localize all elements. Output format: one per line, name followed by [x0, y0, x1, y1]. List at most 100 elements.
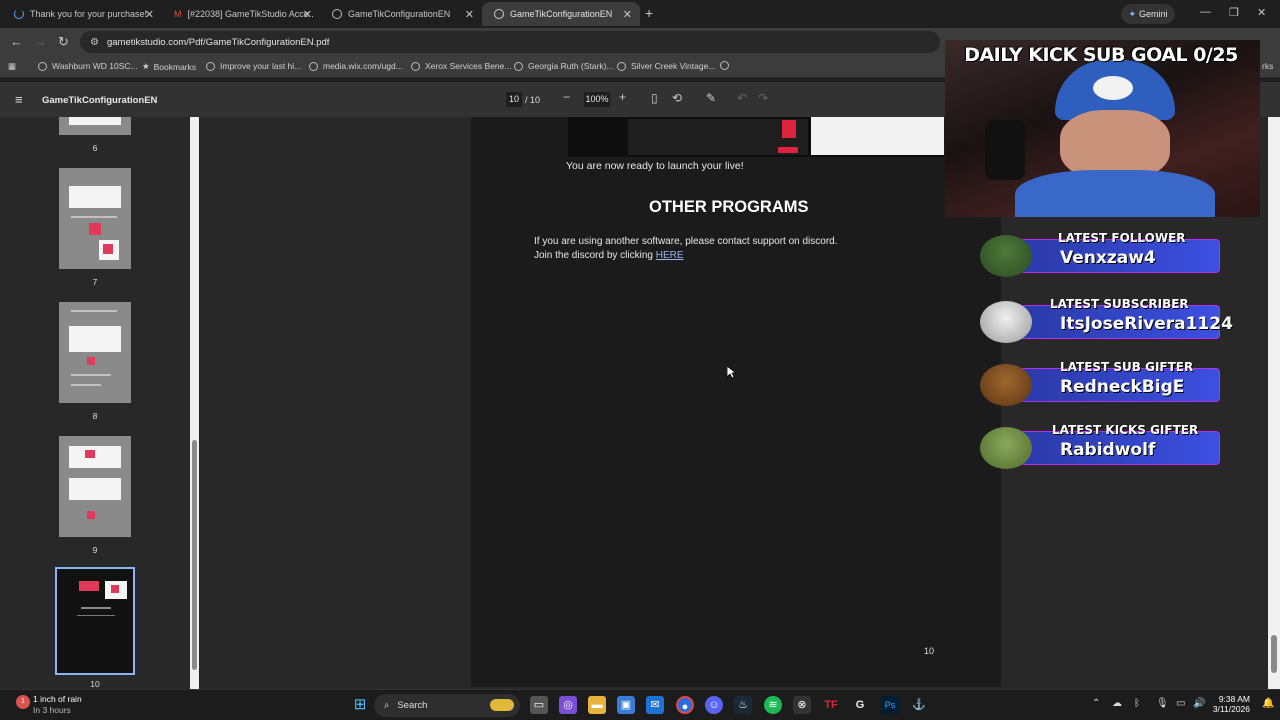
yoda-avatar [980, 427, 1032, 469]
boba-fett-avatar [980, 235, 1032, 277]
close-icon[interactable]: ✕ [303, 8, 312, 21]
tab-gmail[interactable]: M [#22038] GameTikStudio Acce... ✕ [162, 2, 320, 26]
weather-badge: 1 [21, 698, 25, 705]
fit-page-icon[interactable]: ▯ [651, 91, 658, 105]
gmail-icon: M [174, 9, 182, 19]
text-line [71, 374, 111, 376]
volume-icon[interactable]: 🔊 [1193, 698, 1205, 709]
bookmark-item[interactable]: Washburn WD 10SC... [38, 61, 138, 71]
tab-title: [#22038] GameTikStudio Acce... [187, 9, 313, 19]
bookmark-item[interactable]: Xerox Services Bene... [411, 61, 511, 71]
bookmark-item[interactable]: Improve your last hi... [206, 61, 301, 71]
onedrive-icon[interactable]: ☁ [1112, 698, 1122, 709]
outlook-icon[interactable]: ✉ [646, 696, 664, 714]
bookmark-item[interactable]: media.wix.com/ugd... [309, 61, 403, 71]
microphone-icon[interactable]: 🎙 [1156, 698, 1169, 709]
alert-value: ItsJoseRivera1124 [1060, 314, 1233, 334]
spotify-icon[interactable]: ≋ [764, 696, 782, 714]
text-line [71, 216, 117, 218]
globe-icon [617, 61, 626, 71]
zoom-out-icon[interactable]: − [563, 90, 570, 104]
new-tab-button[interactable]: + [645, 5, 653, 21]
weather-widget[interactable]: 1 1 inch of rain In 3 hours [14, 694, 82, 716]
redo-icon[interactable]: ↷ [758, 91, 768, 105]
tiktok-studio-icon[interactable]: TF [822, 696, 840, 714]
thumbnail-page-9[interactable] [59, 436, 131, 537]
thumbnail-page-10-selected[interactable] [55, 567, 135, 675]
back-icon[interactable]: ← [10, 34, 23, 49]
close-icon[interactable]: ✕ [623, 8, 632, 21]
thumbnail-page-8[interactable] [59, 302, 131, 403]
alert-value: Rabidwolf [1060, 440, 1156, 460]
main-scroll-thumb[interactable] [1271, 635, 1277, 673]
reload-icon[interactable]: ↻ [58, 34, 69, 50]
globe-icon [38, 61, 47, 71]
page-preview [69, 446, 121, 468]
globe-icon [720, 61, 729, 70]
network-icon[interactable]: ▭ [1176, 698, 1185, 709]
red-marker [89, 223, 101, 235]
page-number-input[interactable]: 10 [506, 92, 522, 107]
thumbnail-page-7[interactable] [59, 168, 131, 269]
apps-icon[interactable]: ▦ [8, 61, 16, 72]
system-clock[interactable]: 9:38 AM 3/11/2026 [1210, 694, 1250, 714]
clock-date: 3/11/2026 [1212, 704, 1250, 714]
ready-text: You are now ready to launch your live! [566, 160, 744, 172]
chrome-icon[interactable]: ● [676, 696, 694, 714]
notification-bell-icon[interactable]: 🔔 [1262, 698, 1274, 709]
all-bookmarks[interactable]: rks [1262, 61, 1273, 71]
bookmark-item[interactable] [720, 61, 734, 70]
bookmark-item[interactable]: Silver Creek Vintage... [617, 61, 715, 71]
grammarly-icon[interactable]: G [851, 696, 869, 714]
gemini-button[interactable]: ✦ Gemini [1121, 4, 1175, 24]
minimize-icon[interactable]: — [1200, 6, 1211, 18]
thumbnail-page-6[interactable] [59, 117, 131, 135]
annotate-icon[interactable]: ✎ [706, 91, 716, 105]
photoshop-icon[interactable]: Ps [881, 696, 899, 714]
taskbar-search[interactable]: ⌕ Search [374, 694, 520, 717]
zoom-input[interactable]: 100% [584, 92, 610, 107]
discord-link[interactable]: HERE [656, 250, 684, 261]
close-window-icon[interactable]: ✕ [1257, 6, 1266, 19]
chevron-up-icon[interactable]: ⌃ [1092, 698, 1100, 709]
tab-title: GameTikConfigurationEN [348, 9, 451, 19]
maximize-icon[interactable]: ❐ [1229, 6, 1239, 19]
tab-thank-you[interactable]: Thank you for your purchase! ✕ [2, 2, 162, 26]
zoom-in-icon[interactable]: + [619, 90, 626, 104]
app-icon[interactable]: ⚓ [910, 696, 928, 714]
close-icon[interactable]: ✕ [465, 8, 474, 21]
close-icon[interactable]: ✕ [145, 8, 154, 21]
tab-strip: Thank you for your purchase! ✕ M [#22038… [0, 0, 1280, 28]
windows-start-icon[interactable]: ⊞ [351, 696, 369, 714]
bluetooth-icon[interactable]: ᛒ [1134, 698, 1140, 709]
sidebar-scroll-thumb[interactable] [192, 440, 197, 670]
windows-taskbar: 1 1 inch of rain In 3 hours ⊞ ⌕ Search ▭… [0, 689, 1280, 720]
bookmark-item[interactable]: ★ Bookmarks [142, 61, 196, 72]
bookmark-label: media.wix.com/ugd... [323, 61, 403, 71]
red-arrow-icon [782, 120, 796, 138]
alert-value: RedneckBigE [1060, 377, 1185, 397]
address-bar[interactable]: ⚙ gametikstudio.com/Pdf/GameTikConfigura… [80, 31, 940, 53]
forward-icon[interactable]: → [34, 34, 47, 49]
page-preview [69, 117, 121, 125]
task-view-icon[interactable]: ▭ [530, 696, 548, 714]
main-scrollbar[interactable] [1268, 117, 1280, 689]
menu-icon[interactable]: ≡ [15, 92, 23, 107]
xbox-icon[interactable]: ⊗ [793, 696, 811, 714]
file-explorer-icon[interactable]: ▬ [588, 696, 606, 714]
site-info-icon[interactable]: ⚙ [90, 37, 99, 48]
tab-pdf-1[interactable]: GameTikConfigurationEN ✕ [320, 2, 482, 26]
globe-icon [332, 9, 342, 19]
tab-pdf-active[interactable]: GameTikConfigurationEN ✕ [482, 2, 640, 26]
steam-icon[interactable]: ♨ [734, 696, 752, 714]
undo-icon[interactable]: ↶ [737, 91, 747, 105]
screenshot-image [568, 117, 944, 157]
rotate-icon[interactable]: ⟲ [672, 91, 682, 105]
discord-icon[interactable]: ☺ [705, 696, 723, 714]
text-line [77, 615, 115, 616]
copilot-icon[interactable]: ◎ [559, 696, 577, 714]
stormtrooper-avatar [980, 301, 1032, 343]
globe-icon [206, 61, 215, 71]
store-icon[interactable]: ▣ [617, 696, 635, 714]
bookmark-item[interactable]: Georgia Ruth (Stark)... [514, 61, 614, 71]
